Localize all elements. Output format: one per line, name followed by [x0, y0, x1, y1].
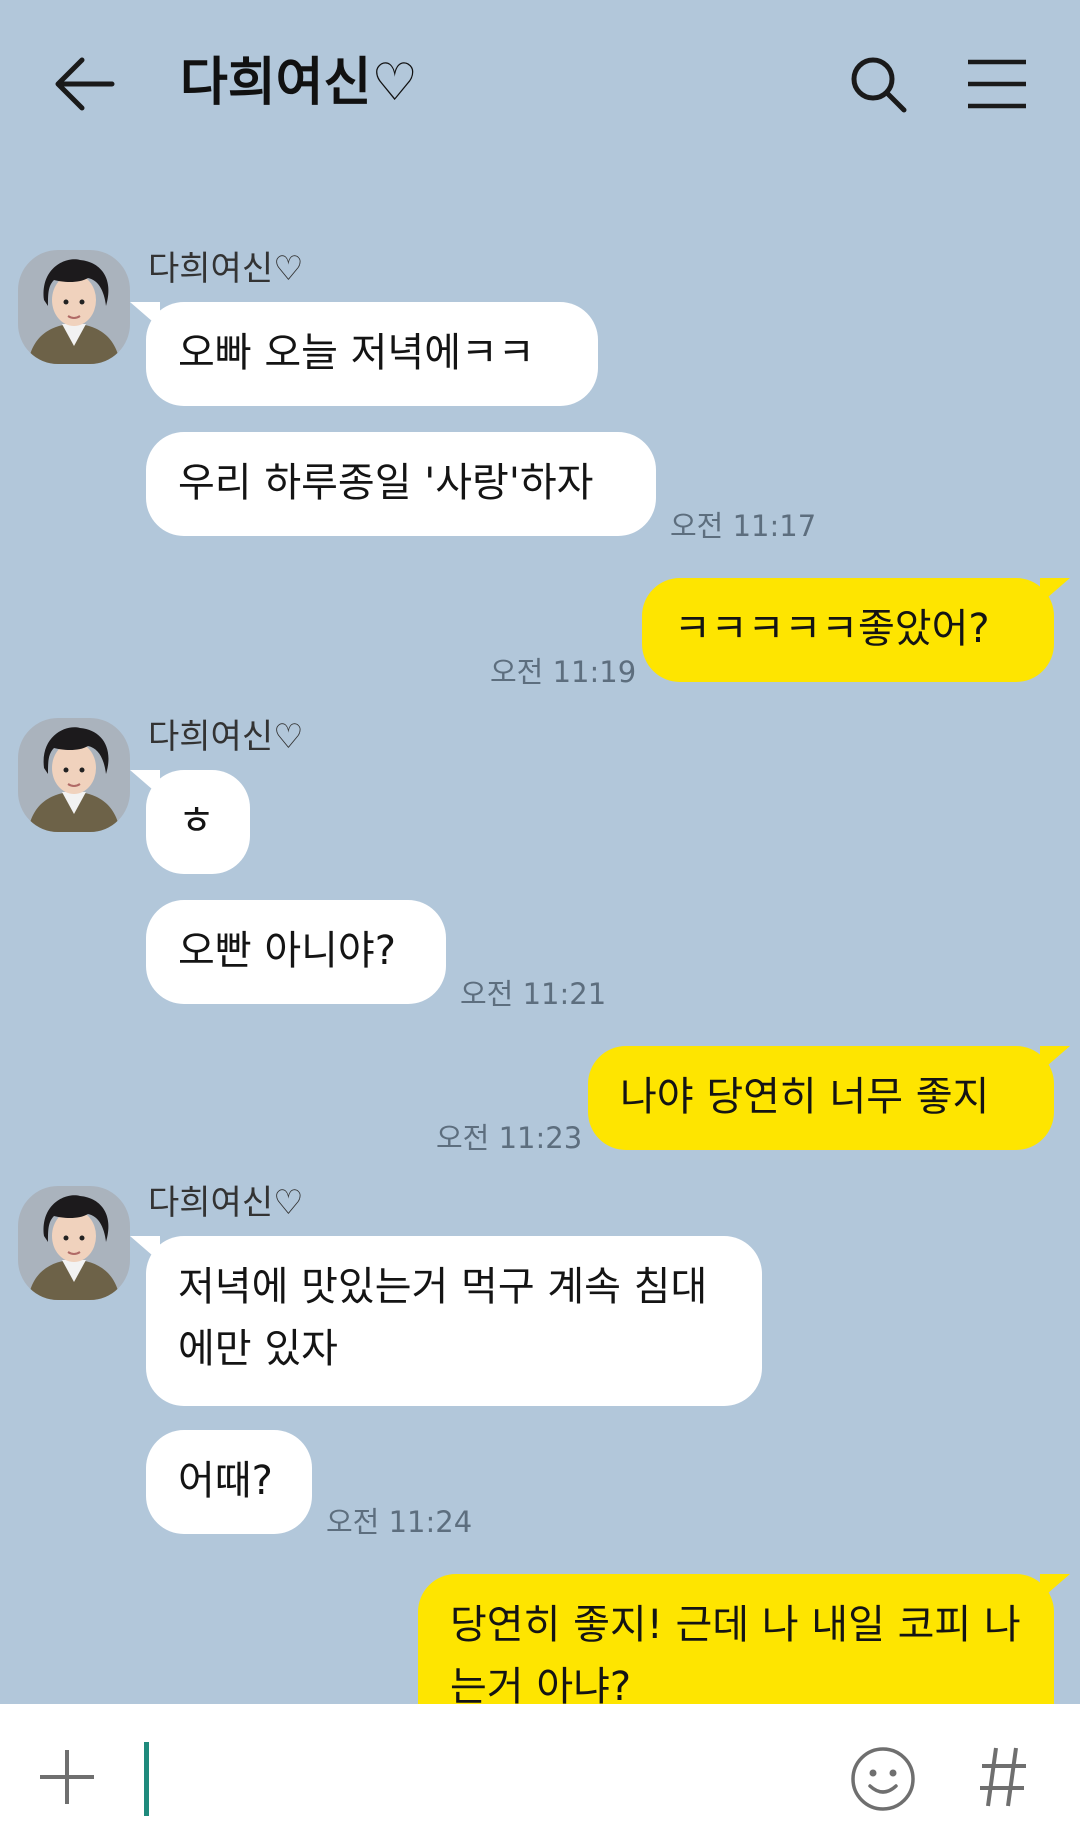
profile-photo — [18, 718, 130, 832]
message-bubble-outgoing[interactable]: ㅋㅋㅋㅋㅋ좋았어? — [642, 578, 1070, 682]
message-text: ㅎ — [178, 798, 215, 844]
message-bubble-outgoing[interactable]: 나야 당연히 너무 좋지 — [588, 1046, 1070, 1150]
avatar[interactable] — [18, 718, 130, 832]
message-timestamp: 오전 11:23 — [436, 1121, 583, 1155]
bubble-tail — [130, 302, 160, 328]
message-bubble-incoming[interactable]: 어때? — [146, 1430, 312, 1534]
message-bubble-outgoing[interactable]: 당연히 좋지! 근데 나 내일 코피 나는거 아냐? — [418, 1574, 1070, 1704]
message-text: 나야 당연히 너무 좋지 — [620, 1074, 990, 1120]
chat-header: 다희여신♡ — [0, 0, 1080, 170]
message-text: 오빤 아니야? — [178, 928, 396, 974]
avatar[interactable] — [18, 1186, 130, 1300]
message-timestamp: 오전 11:17 — [670, 509, 817, 543]
avatar[interactable] — [18, 250, 130, 364]
message-input-bar — [0, 1704, 1080, 1848]
message-text: 당연히 좋지! 근데 나 내일 코피 나는거 아냐? — [450, 1602, 1021, 1704]
back-arrow-icon[interactable] — [54, 56, 116, 112]
search-icon[interactable] — [848, 54, 908, 114]
message-bubble-incoming[interactable]: ㅎ — [130, 770, 250, 874]
message-text: 오빠 오늘 저녁에ㅋㅋ — [178, 330, 535, 376]
bubble-tail — [1040, 1574, 1070, 1600]
message-text: 우리 하루종일 '사랑'하자 — [178, 460, 594, 506]
sender-name: 다희여신♡ — [148, 249, 304, 289]
profile-photo — [18, 1186, 130, 1300]
message-text: 저녁에 맛있는거 먹구 계속 침대에만 있자 — [178, 1264, 708, 1372]
message-timestamp: 오전 11:21 — [460, 977, 607, 1011]
message-text: ㅋㅋㅋㅋㅋ좋았어? — [674, 606, 990, 652]
message-bubble-incoming[interactable]: 저녁에 맛있는거 먹구 계속 침대에만 있자 — [130, 1236, 762, 1406]
bubble-tail — [1040, 578, 1070, 604]
message-timestamp: 오전 11:24 — [326, 1505, 473, 1539]
chat-title: 다희여신♡ — [180, 53, 418, 113]
message-timestamp: 오전 11:19 — [490, 655, 637, 689]
plus-icon[interactable] — [38, 1748, 96, 1806]
message-bubble-incoming[interactable]: 오빠 오늘 저녁에ㅋㅋ — [130, 302, 598, 406]
message-bubble-incoming[interactable]: 우리 하루종일 '사랑'하자 — [146, 432, 656, 536]
message-list[interactable]: 다희여신♡ 오빠 오늘 저녁에ㅋㅋ 우리 하루종일 '사랑'하자 오전 11:1… — [0, 170, 1080, 1704]
sender-name: 다희여신♡ — [148, 717, 304, 757]
menu-icon[interactable] — [966, 58, 1028, 110]
bubble-tail — [130, 1236, 160, 1262]
bubble-tail — [1040, 1046, 1070, 1072]
bubble-tail — [130, 770, 160, 796]
emoji-icon[interactable] — [850, 1746, 916, 1812]
message-text: 어때? — [178, 1458, 273, 1504]
sender-name: 다희여신♡ — [148, 1183, 304, 1223]
profile-photo — [18, 250, 130, 364]
message-bubble-incoming[interactable]: 오빤 아니야? — [146, 900, 446, 1004]
hashtag-icon[interactable] — [978, 1744, 1028, 1810]
message-input-field[interactable] — [144, 1742, 149, 1816]
